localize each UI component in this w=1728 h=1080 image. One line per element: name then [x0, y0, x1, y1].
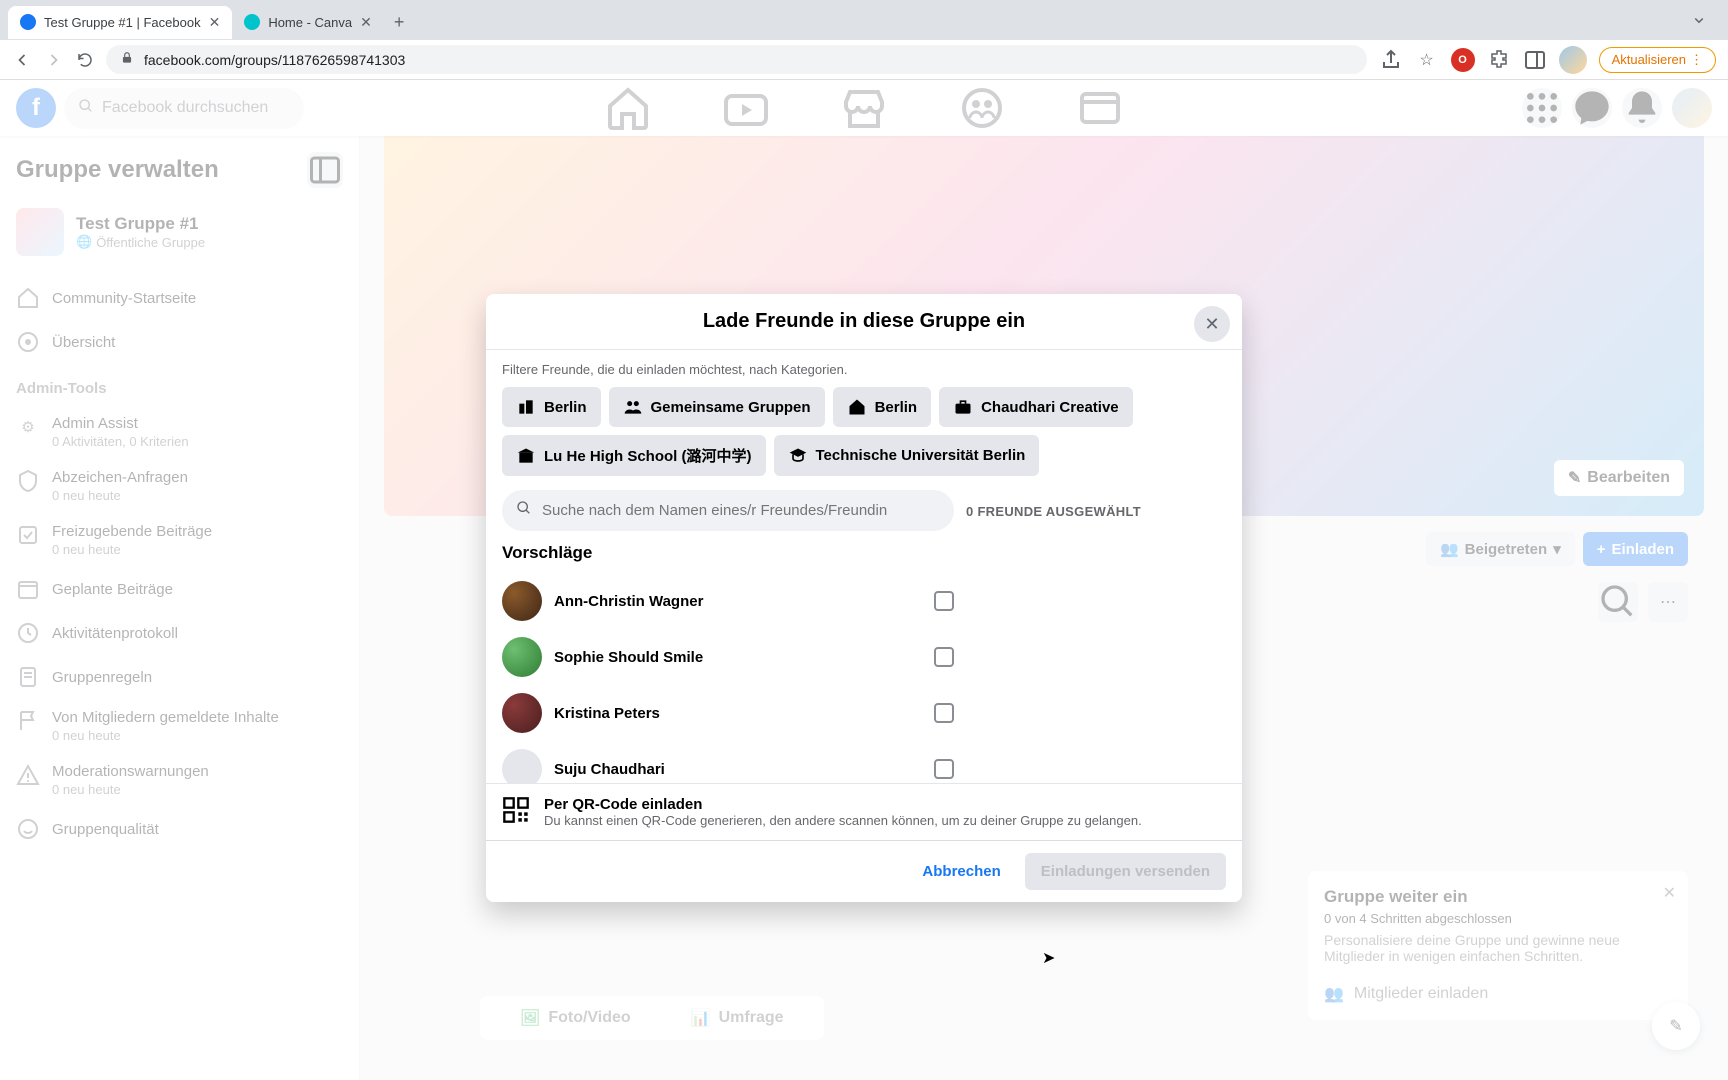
chip-chaudhari-creative[interactable]: Chaudhari Creative — [939, 387, 1133, 427]
qr-description: Du kannst einen QR-Code generieren, den … — [544, 813, 1142, 828]
new-tab-button[interactable]: + — [384, 8, 415, 37]
sidepanel-icon[interactable] — [1523, 48, 1547, 72]
reload-button[interactable] — [76, 51, 94, 69]
checkbox[interactable] — [934, 703, 954, 723]
tab-close-icon[interactable]: ✕ — [209, 14, 221, 31]
modal-close-button[interactable]: ✕ — [1194, 306, 1230, 342]
url-bar[interactable]: facebook.com/groups/1187626598741303 — [106, 45, 1367, 74]
suggestions-label: Vorschläge — [502, 543, 954, 563]
search-icon — [516, 500, 532, 521]
invite-friends-modal: Lade Freunde in diese Gruppe ein ✕ Filte… — [486, 294, 1242, 902]
extensions-icon[interactable] — [1487, 48, 1511, 72]
back-button[interactable] — [12, 50, 32, 70]
browser-chrome: Test Gruppe #1 | Facebook ✕ Home - Canva… — [0, 0, 1728, 80]
friend-avatar — [502, 749, 542, 783]
nav-bar: facebook.com/groups/1187626598741303 ☆ O… — [0, 40, 1728, 80]
city-icon — [516, 397, 536, 417]
friend-search-input[interactable] — [542, 502, 940, 519]
mouse-cursor: ➤ — [1042, 948, 1055, 968]
school-icon — [516, 446, 536, 466]
chip-common-groups[interactable]: Gemeinsame Gruppen — [609, 387, 825, 427]
modal-backdrop[interactable]: Lade Freunde in diese Gruppe ein ✕ Filte… — [0, 80, 1728, 1080]
checkbox[interactable] — [934, 647, 954, 667]
cancel-button[interactable]: Abbrechen — [906, 853, 1016, 890]
friend-name: Suju Chaudhari — [554, 761, 922, 778]
friend-avatar — [502, 637, 542, 677]
submit-button[interactable]: Einladungen versenden — [1025, 853, 1226, 890]
friend-name: Kristina Peters — [554, 705, 922, 722]
briefcase-icon — [953, 397, 973, 417]
education-icon — [788, 446, 808, 466]
browser-tab-active[interactable]: Test Gruppe #1 | Facebook ✕ — [8, 6, 232, 39]
qrcode-icon — [502, 796, 530, 824]
tab-close-icon[interactable]: ✕ — [360, 14, 372, 31]
fb-page: f Facebook durchsuchen Gruppe verwalten — [0, 80, 1728, 1080]
friend-row[interactable]: Suju Chaudhari — [502, 741, 954, 783]
friend-row[interactable]: Sophie Should Smile — [502, 629, 954, 685]
friend-row[interactable]: Kristina Peters — [502, 685, 954, 741]
share-icon[interactable] — [1379, 48, 1403, 72]
favicon — [244, 14, 260, 30]
friend-name: Ann-Christin Wagner — [554, 593, 922, 610]
home-icon — [847, 397, 867, 417]
star-icon[interactable]: ☆ — [1415, 48, 1439, 72]
chip-lu-he-school[interactable]: Lu He High School (潞河中学) — [502, 435, 766, 476]
forward-button[interactable] — [44, 50, 64, 70]
modal-title: Lade Freunde in diese Gruppe ein — [502, 310, 1226, 333]
filter-chips: Berlin Gemeinsame Gruppen Berlin Chaudha… — [502, 387, 1226, 476]
selected-count: 0 FREUNDE AUSGEWÄHLT — [966, 504, 1226, 519]
checkbox[interactable] — [934, 759, 954, 779]
tab-title: Test Gruppe #1 | Facebook — [44, 15, 201, 30]
extension-adblock-icon[interactable]: O — [1451, 48, 1475, 72]
filter-hint: Filtere Freunde, die du einladen möchtes… — [502, 362, 1226, 377]
checkbox[interactable] — [934, 591, 954, 611]
qr-invite-section[interactable]: Per QR-Code einladen Du kannst einen QR-… — [486, 783, 1242, 840]
chip-berlin-home[interactable]: Berlin — [833, 387, 932, 427]
update-button[interactable]: Aktualisieren ⋮ — [1599, 47, 1716, 73]
friend-list[interactable]: Ann-Christin Wagner Sophie Should Smile — [502, 573, 954, 783]
friend-avatar — [502, 581, 542, 621]
modal-header: Lade Freunde in diese Gruppe ein ✕ — [486, 294, 1242, 350]
chip-berlin-city[interactable]: Berlin — [502, 387, 601, 427]
groups-icon — [623, 397, 643, 417]
chip-tu-berlin[interactable]: Technische Universität Berlin — [774, 435, 1040, 476]
qr-title: Per QR-Code einladen — [544, 796, 1142, 813]
tab-title: Home - Canva — [268, 15, 352, 30]
friend-search[interactable] — [502, 490, 954, 531]
profile-avatar[interactable] — [1559, 46, 1587, 74]
modal-footer: Abbrechen Einladungen versenden — [486, 840, 1242, 902]
friend-name: Sophie Should Smile — [554, 649, 922, 666]
menu-dots-icon: ⋮ — [1690, 52, 1703, 68]
favicon — [20, 14, 36, 30]
friend-row[interactable]: Ann-Christin Wagner — [502, 573, 954, 629]
lock-icon — [120, 51, 134, 68]
browser-tab[interactable]: Home - Canva ✕ — [232, 6, 384, 39]
url-text: facebook.com/groups/1187626598741303 — [144, 52, 1353, 68]
chrome-chevron-icon[interactable] — [1690, 11, 1708, 34]
friend-avatar — [502, 693, 542, 733]
tab-bar: Test Gruppe #1 | Facebook ✕ Home - Canva… — [0, 0, 1728, 40]
